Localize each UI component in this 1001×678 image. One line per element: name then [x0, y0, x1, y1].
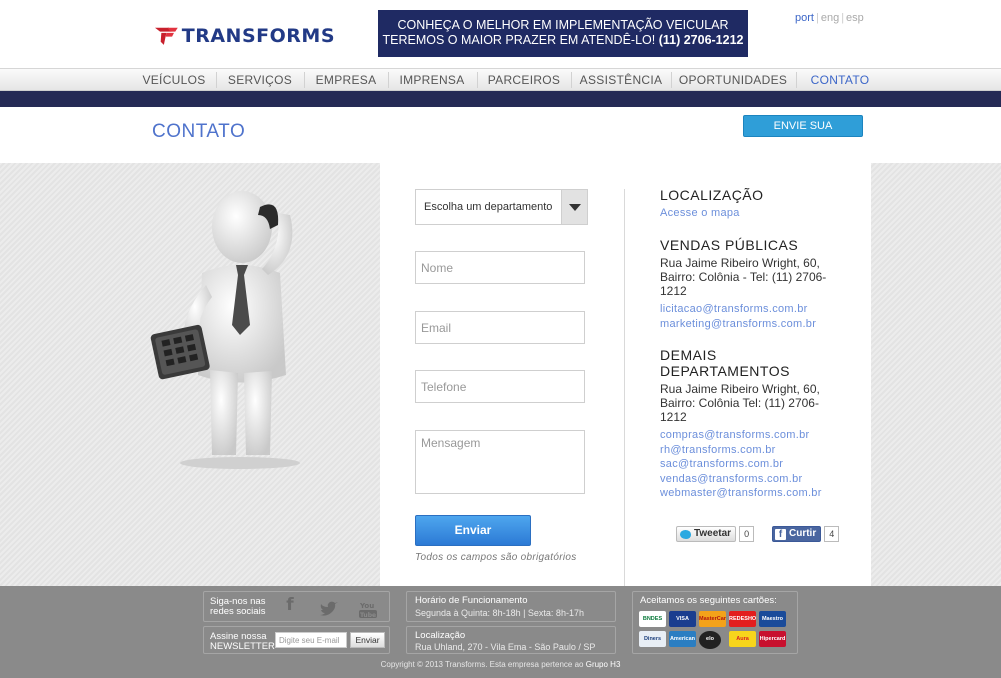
- like-count: 4: [824, 526, 840, 542]
- public-sales-address: Rua Jaime Ribeiro Wright, 60, Bairro: Co…: [660, 256, 827, 298]
- newsletter-submit-button[interactable]: Enviar: [350, 632, 385, 648]
- language-switcher: port | eng | esp: [793, 12, 866, 24]
- main-nav: VEÍCULOS SERVIÇOS EMPRESA IMPRENSA PARCE…: [0, 68, 1001, 91]
- right-stripe-panel: [871, 163, 1001, 586]
- twitter-icon[interactable]: [318, 600, 340, 620]
- like-widget: f Curtir 4: [772, 526, 840, 542]
- nav-item-contato[interactable]: CONTATO: [802, 69, 878, 91]
- footer-social-box: Siga-nos nas redes sociais f You Tube: [203, 591, 390, 622]
- cards-title: Aceitamos os seguintes cartões:: [640, 595, 777, 606]
- nav-item-veiculos[interactable]: VEÍCULOS: [140, 69, 208, 91]
- content-divider: [624, 189, 625, 586]
- email-link[interactable]: licitacao@transforms.com.br: [660, 302, 830, 317]
- promo-banner[interactable]: CONHEÇA O MELHOR EM IMPLEMENTAÇÃO VEICUL…: [378, 10, 748, 57]
- hours-text: Segunda à Quinta: 8h-18h | Sexta: 8h-17h: [415, 608, 584, 618]
- email-link[interactable]: rh@transforms.com.br: [660, 443, 830, 458]
- like-button[interactable]: f Curtir: [772, 526, 822, 542]
- hours-title: Horário de Funcionamento: [415, 595, 528, 606]
- transforms-logo[interactable]: TRANSFORMS: [155, 20, 335, 52]
- nav-item-parceiros[interactable]: PARCEIROS: [482, 69, 566, 91]
- nav-item-imprensa[interactable]: IMPRENSA: [392, 69, 472, 91]
- tweet-count: 0: [739, 526, 755, 542]
- redeshop-card-icon: REDESHOP: [729, 611, 756, 627]
- location-heading: LOCALIZAÇÃO: [660, 187, 764, 203]
- tweet-button[interactable]: Tweetar: [676, 526, 737, 542]
- amex-card-icon: American Express: [669, 631, 696, 647]
- send-proposal-button[interactable]: ENVIE SUA PROPOSTA: [743, 115, 863, 152]
- nav-underbar: [0, 91, 1001, 107]
- mastercard-card-icon: MasterCard: [699, 611, 726, 627]
- message-textarea[interactable]: [415, 430, 585, 494]
- lang-eng[interactable]: eng: [819, 12, 841, 24]
- email-link[interactable]: sac@transforms.com.br: [660, 457, 830, 472]
- email-link[interactable]: marketing@transforms.com.br: [660, 317, 830, 332]
- twitter-bird-icon: [680, 529, 691, 539]
- footer-location-text: Rua Uhland, 270 - Vila Ema - São Paulo /…: [415, 642, 596, 652]
- lang-port[interactable]: port: [793, 12, 816, 24]
- logo-mark-icon: [155, 27, 178, 45]
- newsletter-email-input[interactable]: [275, 632, 347, 648]
- phone-input[interactable]: [415, 370, 585, 403]
- nav-item-oportunidades[interactable]: OPORTUNIDADES: [676, 69, 790, 91]
- copyright: Copyright © 2013 Transforms. Esta empres…: [380, 660, 621, 669]
- phone-figure-illustration: [150, 191, 300, 469]
- maestro-card-icon: Maestro: [759, 611, 786, 627]
- required-fields-note: Todos os campos são obrigatórios: [415, 552, 577, 563]
- email-link[interactable]: compras@transforms.com.br: [660, 428, 830, 443]
- name-input[interactable]: [415, 251, 585, 284]
- banner-line-2: TEREMOS O MAIOR PRAZER EM ATENDÊ-LO! (11…: [382, 33, 744, 47]
- logo-text: TRANSFORMS: [181, 25, 335, 47]
- department-select-value: Escolha um departamento: [424, 201, 553, 213]
- banner-phone: (11) 2706-1212: [658, 33, 744, 47]
- footer-location-box: Localização Rua Uhland, 270 - Vila Ema -…: [406, 626, 616, 654]
- elo-card-icon: elo: [699, 631, 721, 649]
- map-link[interactable]: Acesse o mapa: [660, 206, 764, 221]
- nav-item-assistencia[interactable]: ASSISTÊNCIA: [576, 69, 666, 91]
- facebook-icon: f: [775, 528, 786, 540]
- hipercard-card-icon: Hipercard: [759, 631, 786, 647]
- bndes-card-icon: BNDES: [639, 611, 666, 627]
- email-input[interactable]: [415, 311, 585, 344]
- tweet-widget: Tweetar 0: [676, 526, 755, 542]
- grupo-h3-link[interactable]: Grupo H3: [586, 660, 621, 669]
- visa-card-icon: VISA: [669, 611, 696, 627]
- aura-card-icon: Aura: [729, 631, 756, 647]
- svg-text:Tube: Tube: [360, 612, 376, 619]
- department-select[interactable]: Escolha um departamento: [415, 189, 588, 225]
- public-sales-heading: VENDAS PÚBLICAS: [660, 237, 799, 253]
- follow-label-2: redes sociais: [210, 606, 266, 617]
- other-departments-address: Rua Jaime Ribeiro Wright, 60, Bairro: Co…: [660, 382, 820, 424]
- lang-esp[interactable]: esp: [844, 12, 866, 24]
- other-departments-heading: DEMAIS DEPARTAMENTOS: [660, 347, 790, 379]
- newsletter-box: Assine nossa NEWSLETTER Enviar: [203, 626, 390, 654]
- diners-card-icon: Diners Club: [639, 631, 666, 647]
- banner-line-1: CONHEÇA O MELHOR EM IMPLEMENTAÇÃO VEICUL…: [397, 18, 729, 32]
- footer-hours-box: Horário de Funcionamento Segunda à Quint…: [406, 591, 616, 622]
- page-title: CONTATO: [152, 121, 246, 142]
- youtube-icon[interactable]: You Tube: [357, 600, 379, 620]
- submit-button[interactable]: Enviar: [415, 515, 531, 546]
- email-link[interactable]: webmaster@transforms.com.br: [660, 486, 830, 501]
- facebook-icon[interactable]: f: [279, 597, 301, 620]
- nav-item-empresa[interactable]: EMPRESA: [308, 69, 384, 91]
- newsletter-label-2: NEWSLETTER: [210, 641, 275, 652]
- email-link[interactable]: vendas@transforms.com.br: [660, 472, 830, 487]
- payment-cards-box: Aceitamos os seguintes cartões: BNDES VI…: [632, 591, 798, 654]
- dropdown-arrow-icon[interactable]: [561, 190, 587, 224]
- svg-text:You: You: [359, 602, 374, 610]
- footer-location-title: Localização: [415, 630, 466, 641]
- nav-item-servicos[interactable]: SERVIÇOS: [222, 69, 298, 91]
